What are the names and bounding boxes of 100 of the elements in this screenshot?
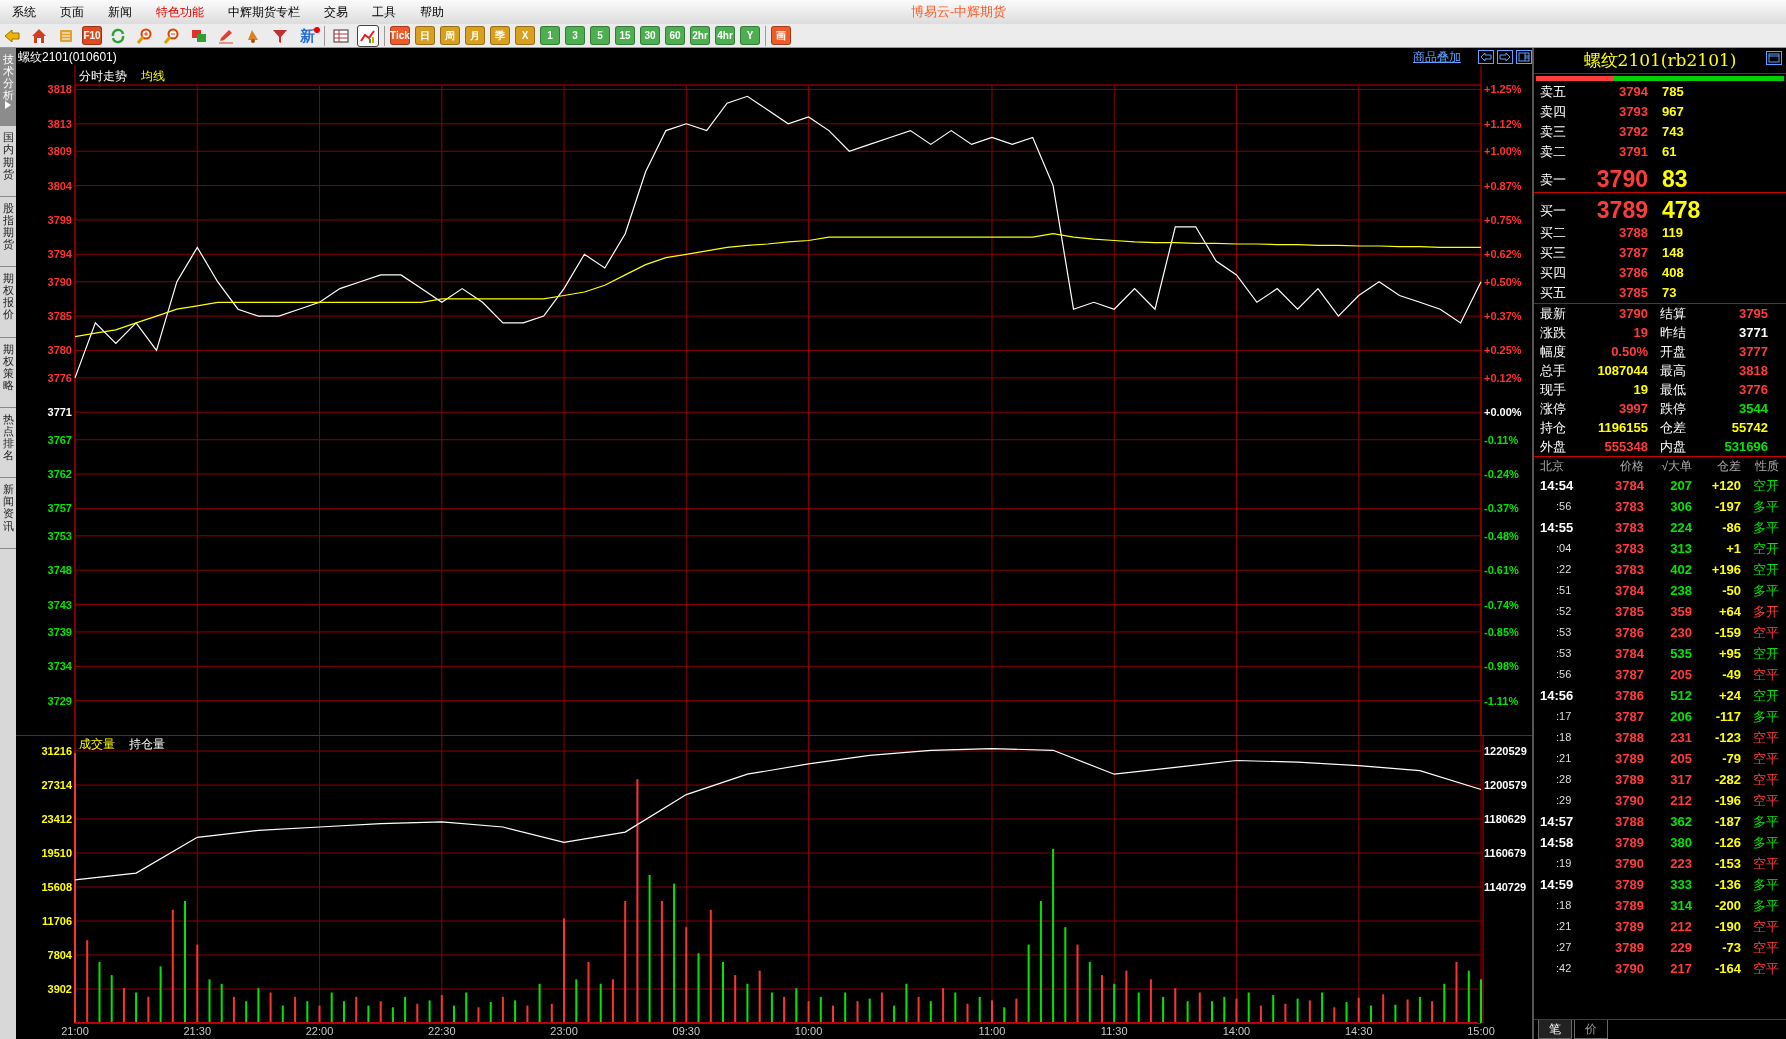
axis-label: 1160679 (1484, 847, 1527, 860)
trade-price: 3787 (1614, 707, 1644, 726)
open-interest-change: +120 (1710, 476, 1741, 495)
open-interest-change: -164 (1713, 959, 1741, 978)
quote-label: 买一 (1540, 201, 1567, 220)
toolbar-button[interactable]: 画 (771, 26, 791, 45)
side-tab[interactable]: 技术分析 (0, 48, 16, 127)
stat-value: 1196155 (1597, 418, 1648, 437)
trade-type: 空平 (1752, 854, 1779, 873)
toolbar-button[interactable]: 30 (640, 26, 660, 45)
quote-volume: 61 (1661, 143, 1678, 162)
menu-item[interactable]: 新闻 (96, 1, 144, 23)
axis-label: +0.50% (1484, 275, 1522, 288)
toolbar-button[interactable]: X (515, 26, 535, 45)
trade-time: 14:58 (1540, 833, 1575, 852)
axis-label: 3729 (47, 694, 72, 707)
toolbar-button[interactable]: Tick (390, 26, 410, 45)
stat-value: 3790 (1618, 304, 1648, 323)
trade-volume: 512 (1669, 686, 1692, 705)
toolbar-button[interactable]: 1 (540, 26, 560, 45)
trade-volume: 212 (1669, 791, 1692, 810)
toolbar-button[interactable]: 15 (615, 26, 635, 45)
axis-label: -1.11% (1484, 694, 1519, 707)
toolbar-button[interactable]: 日 (415, 26, 435, 45)
menu-item[interactable]: 系统 (0, 1, 48, 23)
axis-label: 3743 (47, 598, 72, 611)
trade-volume: 205 (1669, 749, 1692, 768)
toolbar-button[interactable]: 季 (490, 26, 510, 45)
stat-value: 3795 (1738, 304, 1768, 323)
stat-value: 3997 (1618, 399, 1648, 418)
axis-label: 3748 (47, 564, 72, 577)
tab[interactable]: 笔 (1538, 1020, 1572, 1039)
trade-type: 多平 (1752, 497, 1779, 516)
trade-time: :42 (1555, 961, 1573, 977)
trade-time: 14:55 (1540, 518, 1575, 537)
stat-label: 最高 (1659, 361, 1687, 380)
axis-label: 3809 (47, 145, 72, 158)
menu-item[interactable]: 特色功能 (144, 1, 216, 23)
axis-label: +1.12% (1484, 117, 1522, 130)
axis-label: 3757 (47, 502, 72, 515)
trade-time: :28 (1555, 772, 1573, 788)
trade-price: 3789 (1614, 938, 1644, 957)
trade-volume: 229 (1669, 938, 1692, 957)
trade-volume: 238 (1669, 581, 1692, 600)
window-title: 博易云-中辉期货 (911, 3, 1007, 22)
stat-value: 1087044 (1596, 361, 1648, 380)
trade-type: 空开 (1752, 476, 1779, 495)
toolbar-button[interactable]: 4hr (715, 26, 735, 45)
legend-label: 均线 (141, 69, 165, 83)
quote-price: 3791 (1618, 143, 1648, 162)
toolbar-button[interactable]: 新 (296, 24, 319, 47)
toolbar-button[interactable]: Y (740, 26, 760, 45)
trade-type: 空开 (1752, 560, 1779, 579)
axis-label: 1140729 (1484, 881, 1527, 894)
axis-label: 23412 (41, 813, 72, 826)
toolbar-button[interactable]: 60 (665, 26, 685, 45)
menu-item[interactable]: 交易 (312, 1, 360, 23)
toolbar-button[interactable]: 3 (565, 26, 585, 45)
axis-label: 27314 (41, 779, 72, 792)
menu-item[interactable]: 中辉期货专栏 (216, 1, 312, 23)
quote-price: 3788 (1618, 224, 1648, 243)
axis-label: 7804 (47, 949, 72, 961)
trade-price: 3787 (1614, 665, 1644, 684)
quote-price: 3789 (1595, 196, 1648, 225)
open-interest-change: -196 (1713, 791, 1741, 810)
axis-label: 11706 (42, 915, 72, 927)
trade-type: 空平 (1752, 959, 1779, 978)
menu-item[interactable]: 帮助 (408, 1, 456, 23)
trade-time: 14:59 (1540, 875, 1575, 894)
open-interest-change: -136 (1713, 875, 1741, 894)
trade-price: 3783 (1614, 560, 1644, 579)
menu-item[interactable]: 页面 (48, 1, 96, 23)
time-label: 22:30 (428, 1025, 456, 1037)
axis-label: 1220529 (1484, 745, 1527, 758)
trade-type: 空开 (1752, 644, 1779, 663)
column-header: 仓差 (1716, 458, 1741, 475)
axis-label: 3902 (47, 983, 72, 995)
overlay-link[interactable]: 商品叠加 (1413, 48, 1461, 66)
toolbar-button[interactable]: 2hr (690, 26, 710, 45)
trade-volume: 306 (1669, 497, 1692, 516)
stat-label: 现手 (1540, 380, 1567, 399)
open-interest-change: -126 (1713, 833, 1741, 852)
stat-label: 持仓 (1540, 418, 1567, 437)
axis-label: 3767 (47, 433, 72, 446)
toolbar-button[interactable]: 5 (590, 26, 610, 45)
quote-price: 3793 (1618, 103, 1648, 122)
trade-time: :53 (1555, 625, 1573, 641)
toolbar-button[interactable]: 月 (465, 26, 485, 45)
axis-label: 3762 (47, 468, 72, 481)
toolbar-button[interactable]: F10 (82, 26, 102, 45)
trade-price: 3786 (1614, 686, 1644, 705)
menu-item[interactable]: 工具 (360, 1, 408, 23)
trade-type: 空平 (1752, 938, 1779, 957)
quote-volume: 83 (1661, 165, 1689, 194)
tab[interactable]: 价 (1574, 1020, 1608, 1039)
stat-label: 涨跌 (1540, 323, 1567, 342)
toolbar-button[interactable]: 周 (440, 26, 460, 45)
instrument-title: 螺纹2101(010601) (18, 49, 117, 66)
open-interest-change: -197 (1713, 497, 1741, 516)
trade-price: 3789 (1614, 896, 1644, 915)
